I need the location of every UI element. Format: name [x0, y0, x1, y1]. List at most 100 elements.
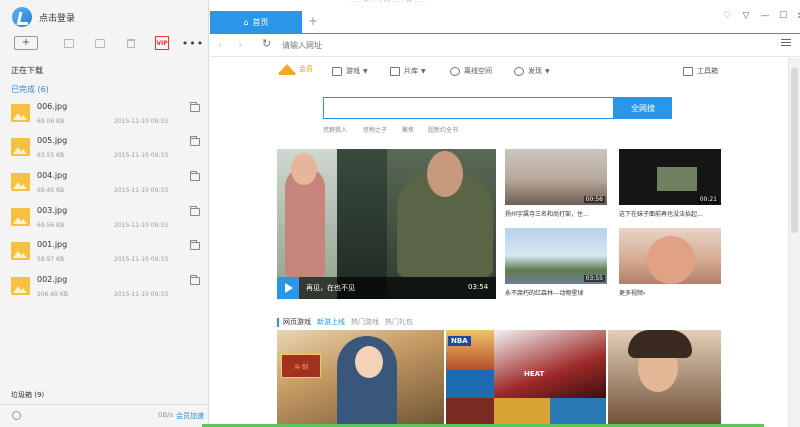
login-label[interactable]: 点击登录 [39, 11, 75, 24]
caret-down-icon: ▼ [363, 67, 368, 75]
trash-section[interactable]: 垃圾箱 (9) [11, 390, 44, 400]
nav-tools-label: 工具箱 [697, 67, 718, 75]
image-file-icon [11, 138, 30, 156]
menu-icon[interactable]: ▽ [740, 10, 752, 22]
featured-video-title[interactable]: 再见，在也不见 [306, 283, 355, 293]
featured-video-caption: 再见，在也不见 03:54 [277, 277, 496, 299]
nav-vip-label: 会员 [299, 65, 313, 73]
forward-icon[interactable]: › [238, 38, 242, 51]
hot-search-link[interactable]: 聚焦 [402, 125, 414, 134]
downloading-section[interactable]: 正在下载 [11, 65, 43, 76]
back-icon[interactable]: ‹ [218, 38, 222, 51]
file-date: 2015-11-10 09:33 [114, 118, 169, 125]
more-button[interactable]: ••• [182, 36, 203, 50]
video-title[interactable]: 这下在妹子面前再也没法抬起... [619, 209, 703, 218]
caret-down-icon: ▼ [545, 67, 550, 75]
open-folder-icon[interactable] [93, 36, 107, 50]
tab-new-games[interactable]: 新游上线 [317, 317, 345, 327]
hot-search-link[interactable]: 超新约全书 [428, 125, 458, 134]
video-title[interactable]: 扬州宇属寺三名和尚打架，住... [505, 209, 589, 218]
tab-home[interactable]: ⌂ 首页 [210, 11, 302, 33]
file-date: 2015-11-10 09:33 [114, 152, 169, 159]
file-row[interactable]: 005.jpg 63.55 KB 2015-11-10 09:33 [0, 133, 209, 167]
game-banner[interactable]: 斗·剑 [277, 330, 444, 427]
hot-search-link[interactable]: 怪物之子 [363, 125, 387, 134]
open-folder-icon[interactable] [190, 136, 200, 146]
open-folder-icon[interactable] [190, 206, 200, 216]
minimize-button[interactable]: — [759, 10, 771, 22]
file-row[interactable]: 003.jpg 69.56 KB 2015-11-10 09:33 [0, 203, 209, 237]
file-size: 69.45 KB [37, 187, 65, 194]
file-size: 63.55 KB [37, 152, 65, 159]
image-file-icon [11, 242, 30, 260]
game-banner[interactable] [608, 330, 721, 427]
game-logo: NBA [448, 336, 471, 346]
scrollbar-thumb[interactable] [791, 68, 798, 233]
nav-games[interactable]: 游戏 ▼ [332, 66, 368, 76]
file-row[interactable]: 006.jpg 69.06 KB 2015-11-10 09:33 [0, 99, 209, 133]
video-title[interactable]: 永不腐朽的红森林---动物星球 [505, 288, 584, 297]
close-button[interactable]: ✕ [795, 10, 800, 22]
web-games-title: 网页游戏 [283, 318, 311, 326]
hamburger-menu-icon[interactable] [781, 39, 791, 49]
video-thumbnail[interactable]: 03:55 [505, 228, 607, 284]
notification-strip: ...... 年 ... 小时 ...... 月 ...... [350, 0, 426, 4]
file-name: 004.jpg [37, 171, 68, 180]
file-row[interactable]: 001.jpg 58.97 KB 2015-11-10 09:33 [0, 237, 209, 271]
featured-video[interactable]: 再见，在也不见 03:54 [277, 149, 496, 299]
nav-discover[interactable]: 发现 ▼ [514, 66, 550, 76]
skin-icon[interactable]: ♡ [721, 10, 733, 22]
video-thumbnail[interactable]: 00:21 [619, 149, 721, 205]
nav-vip[interactable]: 会员 [277, 62, 313, 76]
open-folder-icon[interactable] [190, 102, 200, 112]
nav-discover-label: 发现 [528, 67, 542, 75]
game-banner[interactable]: NBA HEAT [446, 330, 606, 427]
search-button[interactable]: 全网搜 [614, 97, 672, 119]
search-input[interactable] [323, 97, 614, 119]
more-videos-link[interactable]: 更多视频› [619, 288, 645, 297]
file-size: 69.06 KB [37, 118, 65, 125]
nav-movies-label: 片库 [404, 67, 418, 75]
start-page: 会员 游戏 ▼ 片库 ▼ 离线空间 发现 ▼ 工具箱 全网搜 荒野猎人 怪物之子… [210, 58, 788, 427]
maximize-button[interactable]: ☐ [777, 10, 789, 22]
hot-search-link[interactable]: 荒野猎人 [323, 125, 347, 134]
vip-speedup-link[interactable]: 会员加速 [176, 411, 204, 421]
play-icon[interactable] [277, 277, 299, 299]
nav-offline[interactable]: 离线空间 [450, 66, 492, 76]
image-file-icon [11, 173, 30, 191]
alarm-clock-icon[interactable] [12, 411, 21, 420]
file-date: 2015-11-10 09:33 [114, 187, 169, 194]
tab-hot-games[interactable]: 热门游戏 [351, 317, 379, 327]
vertical-scrollbar[interactable] [788, 58, 800, 427]
download-toolbar: + VIP ••• [0, 36, 209, 54]
new-tab-button[interactable]: + [306, 14, 320, 28]
delete-icon[interactable] [124, 36, 138, 50]
url-input[interactable] [282, 38, 762, 53]
tab-hot-gifts[interactable]: 热门礼包 [385, 317, 413, 327]
open-folder-icon[interactable] [190, 275, 200, 285]
sidebar-footer: 0B/s 会员加速 [0, 404, 209, 427]
file-row[interactable]: 004.jpg 69.45 KB 2015-11-10 09:33 [0, 168, 209, 202]
video-thumbnail[interactable]: 00:56 [505, 149, 607, 205]
file-name: 006.jpg [37, 102, 68, 111]
nav-movies[interactable]: 片库 ▼ [390, 66, 426, 76]
completed-section[interactable]: 已完成 (6) [11, 84, 49, 95]
cloud-icon [450, 66, 460, 76]
file-name: 005.jpg [37, 136, 68, 145]
open-folder-icon[interactable] [190, 171, 200, 181]
new-download-button[interactable]: + [14, 36, 38, 50]
vip-icon[interactable]: VIP [155, 36, 169, 50]
video-thumbnail[interactable] [619, 228, 721, 284]
refresh-icon[interactable]: ↻ [262, 37, 271, 50]
crown-icon [277, 62, 297, 76]
open-file-icon[interactable] [62, 36, 76, 50]
nav-tools[interactable]: 工具箱 [683, 66, 718, 76]
login-bar[interactable]: 点击登录 [0, 0, 209, 34]
image-file-icon [11, 277, 30, 295]
game-icon [332, 66, 342, 76]
video-duration: 03:55 [583, 275, 605, 282]
file-date: 2015-11-10 09:33 [114, 291, 169, 298]
file-size: 206.69 KB [37, 291, 68, 298]
open-folder-icon[interactable] [190, 240, 200, 250]
file-row[interactable]: 002.jpg 206.69 KB 2015-11-10 09:33 [0, 272, 209, 306]
